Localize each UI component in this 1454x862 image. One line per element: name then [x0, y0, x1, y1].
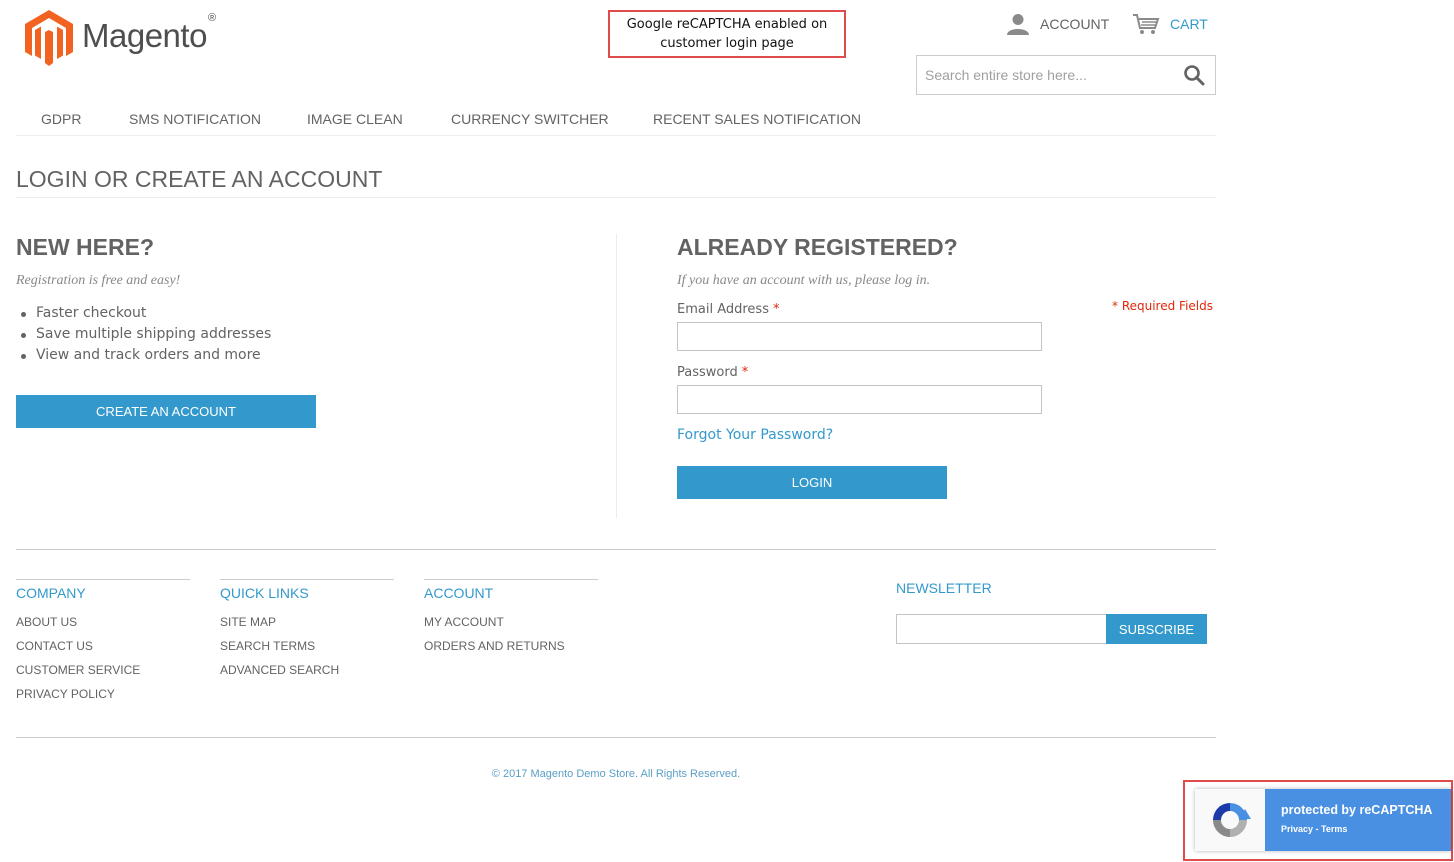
recaptcha-text-panel: protected by reCAPTCHA Privacy - Terms [1265, 789, 1451, 851]
list-item: Save multiple shipping addresses [18, 324, 271, 345]
new-customer-title: NEW HERE? [16, 234, 154, 260]
footer-link-search-terms[interactable]: SEARCH TERMS [220, 639, 394, 663]
recaptcha-separator: - [1313, 824, 1322, 834]
login-subtitle: If you have an account with us, please l… [677, 273, 931, 288]
footer-link-contact-us[interactable]: CONTACT US [16, 639, 190, 663]
recaptcha-badge[interactable]: protected by reCAPTCHA Privacy - Terms [1195, 789, 1451, 851]
main-nav: GDPR SMS NOTIFICATION IMAGE CLEAN CURREN… [16, 106, 1216, 136]
footer-column-title: QUICK LINKS [220, 585, 309, 601]
required-fields-note: * Required Fields [1112, 299, 1213, 313]
magento-logo-icon [25, 10, 73, 66]
search-icon [1184, 65, 1205, 86]
search-button[interactable] [1183, 64, 1207, 86]
benefits-list: Faster checkout Save multiple shipping a… [18, 303, 271, 366]
footer-divider-bottom [16, 737, 1216, 738]
nav-item-currency-switcher[interactable]: CURRENCY SWITCHER [451, 111, 609, 127]
account-icon [1007, 14, 1029, 35]
new-customer-subtitle: Registration is free and easy! [16, 273, 181, 288]
subscribe-button[interactable]: SUBSCRIBE [1106, 614, 1207, 644]
nav-item-sms-notification[interactable]: SMS NOTIFICATION [129, 111, 261, 127]
email-field[interactable] [677, 322, 1042, 351]
nav-item-image-clean[interactable]: IMAGE CLEAN [307, 111, 403, 127]
recaptcha-links: Privacy - Terms [1281, 824, 1451, 834]
cart-label: CART [1170, 16, 1208, 32]
annotation-line-1: Google reCAPTCHA enabled on [626, 17, 828, 32]
list-item: Faster checkout [18, 303, 271, 324]
footer-link-about-us[interactable]: ABOUT US [16, 615, 190, 639]
cart-link[interactable]: CART [1132, 12, 1208, 36]
footer-column-company: COMPANY ABOUT US CONTACT US CUSTOMER SER… [16, 579, 190, 711]
footer-link-advanced-search[interactable]: ADVANCED SEARCH [220, 663, 394, 687]
recaptcha-privacy-link[interactable]: Privacy [1281, 824, 1313, 834]
footer-column-quick-links: QUICK LINKS SITE MAP SEARCH TERMS ADVANC… [220, 579, 394, 687]
magento-logo[interactable]: Magento® [24, 9, 224, 67]
list-item: View and track orders and more [18, 345, 271, 366]
footer-link-orders-and-returns[interactable]: ORDERS AND RETURNS [424, 639, 598, 663]
recaptcha-logo [1195, 789, 1265, 851]
forgot-password-link[interactable]: Forgot Your Password? [677, 427, 833, 443]
footer-column-account: ACCOUNT MY ACCOUNT ORDERS AND RETURNS [424, 579, 598, 663]
title-divider [16, 197, 1216, 198]
footer-link-site-map[interactable]: SITE MAP [220, 615, 394, 639]
recaptcha-terms-link[interactable]: Terms [1321, 824, 1347, 834]
copyright-text: © 2017 Magento Demo Store. All Rights Re… [491, 768, 741, 780]
footer-link-customer-service[interactable]: CUSTOMER SERVICE [16, 663, 190, 687]
login-title: ALREADY REGISTERED? [677, 234, 958, 260]
recaptcha-icon [1213, 803, 1251, 837]
footer-link-my-account[interactable]: MY ACCOUNT [424, 615, 598, 639]
footer-divider-top [16, 549, 1216, 550]
footer-link-privacy-policy[interactable]: PRIVACY POLICY [16, 687, 190, 711]
account-label: ACCOUNT [1040, 16, 1110, 32]
footer-column-title: COMPANY [16, 585, 86, 601]
cart-icon [1133, 14, 1160, 34]
newsletter-title: NEWSLETTER [896, 580, 992, 596]
nav-item-gdpr[interactable]: GDPR [41, 111, 81, 127]
email-label: Email Address * [677, 302, 780, 317]
nav-item-recent-sales-notification[interactable]: RECENT SALES NOTIFICATION [653, 111, 861, 127]
password-field[interactable] [677, 385, 1042, 414]
column-divider [616, 234, 617, 518]
footer-column-title: ACCOUNT [424, 585, 494, 601]
password-label: Password * [677, 365, 749, 380]
search-input[interactable] [917, 56, 1167, 94]
logo-text: Magento® [82, 12, 216, 54]
search-form [916, 55, 1216, 95]
recaptcha-title: protected by reCAPTCHA [1281, 803, 1433, 817]
annotation-line-2: customer login page [660, 36, 794, 51]
create-account-button[interactable]: CREATE AN ACCOUNT [16, 395, 316, 428]
recaptcha-annotation-label: Google reCAPTCHA enabled on customer log… [608, 10, 846, 58]
account-link[interactable]: ACCOUNT [1006, 12, 1109, 36]
page-title: LOGIN OR CREATE AN ACCOUNT [16, 166, 383, 192]
login-button[interactable]: LOGIN [677, 466, 947, 499]
newsletter-email-input[interactable] [896, 614, 1107, 644]
